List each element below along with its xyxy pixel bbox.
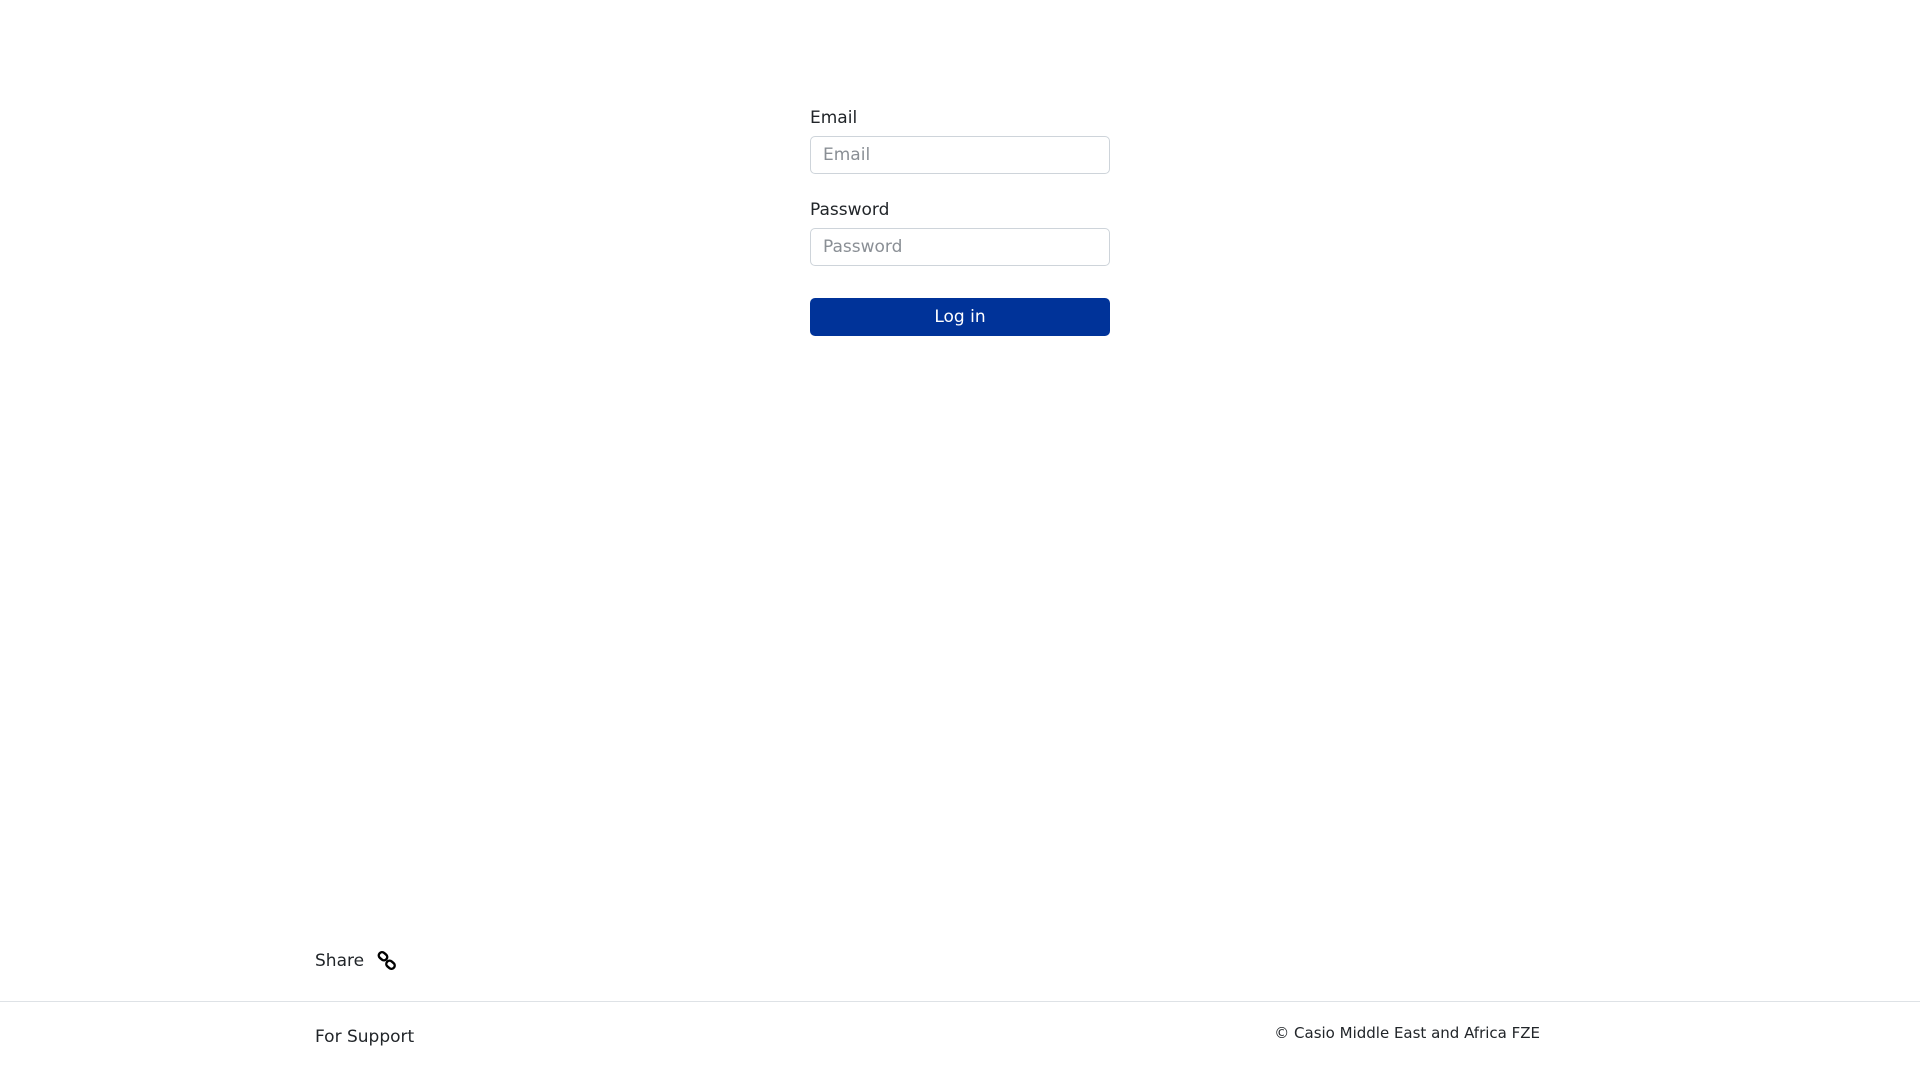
link-icon[interactable]: [376, 950, 398, 972]
password-input[interactable]: [810, 228, 1110, 266]
footer: For Support © Casio Middle East and Afri…: [0, 1001, 1920, 1080]
email-group: Email: [810, 106, 1110, 174]
password-group: Password: [810, 198, 1110, 266]
login-form: Email Password Log in: [810, 106, 1110, 336]
share-link[interactable]: Share: [315, 951, 364, 971]
page: Email Password Log in Share For Support …: [0, 0, 1920, 1080]
password-label: Password: [810, 200, 890, 220]
support-link[interactable]: For Support: [315, 1027, 414, 1047]
login-button[interactable]: Log in: [810, 298, 1110, 336]
email-label: Email: [810, 108, 858, 128]
copyright-text: © Casio Middle East and Africa FZE: [1274, 1024, 1540, 1042]
email-input[interactable]: [810, 136, 1110, 174]
share-row: Share: [315, 946, 398, 976]
